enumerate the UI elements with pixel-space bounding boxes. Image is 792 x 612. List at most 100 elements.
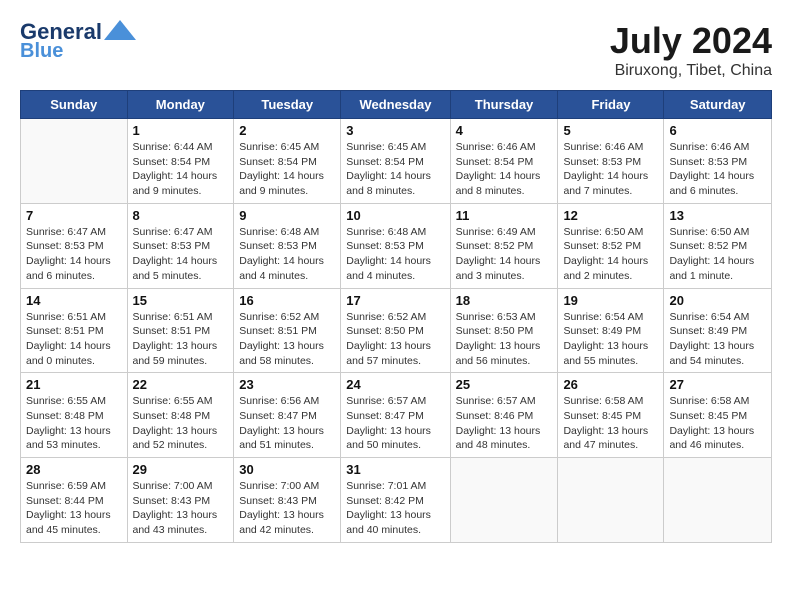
day-number: 4 (456, 123, 553, 138)
day-number: 18 (456, 293, 553, 308)
day-info: Sunrise: 6:45 AMSunset: 8:54 PMDaylight:… (239, 140, 335, 199)
calendar-cell: 2 Sunrise: 6:45 AMSunset: 8:54 PMDaylight… (234, 119, 341, 204)
day-info: Sunrise: 6:45 AMSunset: 8:54 PMDaylight:… (346, 140, 444, 199)
day-of-week-header: Tuesday (234, 91, 341, 119)
day-number: 15 (133, 293, 229, 308)
day-number: 21 (26, 377, 122, 392)
calendar-cell: 7Sunrise: 6:47 AMSunset: 8:53 PMDaylight… (21, 203, 128, 288)
day-number: 3 (346, 123, 444, 138)
day-info: Sunrise: 6:48 AMSunset: 8:53 PMDaylight:… (239, 225, 335, 284)
calendar-cell: 16 Sunrise: 6:52 AMSunset: 8:51 PMDayligh… (234, 288, 341, 373)
day-info: Sunrise: 7:00 AMSunset: 8:43 PMDaylight:… (133, 479, 229, 538)
calendar-cell (450, 458, 558, 543)
calendar-cell: 10 Sunrise: 6:48 AMSunset: 8:53 PMDayligh… (341, 203, 450, 288)
day-number: 9 (239, 208, 335, 223)
day-number: 5 (563, 123, 658, 138)
calendar-cell: 3 Sunrise: 6:45 AMSunset: 8:54 PMDaylight… (341, 119, 450, 204)
calendar-week-row: 28 Sunrise: 6:59 AMSunset: 8:44 PMDayligh… (21, 458, 772, 543)
day-number: 2 (239, 123, 335, 138)
title-section: July 2024 Biruxong, Tibet, China (610, 20, 772, 80)
day-number: 19 (563, 293, 658, 308)
calendar-cell: 17Sunrise: 6:52 AMSunset: 8:50 PMDayligh… (341, 288, 450, 373)
day-number: 20 (669, 293, 766, 308)
day-info: Sunrise: 6:46 AMSunset: 8:54 PMDaylight:… (456, 140, 553, 199)
day-info: Sunrise: 6:59 AMSunset: 8:44 PMDaylight:… (26, 479, 122, 538)
calendar-cell: 26 Sunrise: 6:58 AMSunset: 8:45 PMDayligh… (558, 373, 664, 458)
calendar-cell: 21 Sunrise: 6:55 AMSunset: 8:48 PMDayligh… (21, 373, 128, 458)
calendar-cell: 31 Sunrise: 7:01 AMSunset: 8:42 PMDayligh… (341, 458, 450, 543)
day-number: 14 (26, 293, 122, 308)
calendar-cell: 11 Sunrise: 6:49 AMSunset: 8:52 PMDayligh… (450, 203, 558, 288)
day-info: Sunrise: 6:54 AMSunset: 8:49 PMDaylight:… (669, 310, 766, 369)
day-number: 30 (239, 462, 335, 477)
day-info: Sunrise: 7:01 AMSunset: 8:42 PMDaylight:… (346, 479, 444, 538)
day-info: Sunrise: 6:57 AMSunset: 8:46 PMDaylight:… (456, 394, 553, 453)
day-info: Sunrise: 6:44 AMSunset: 8:54 PMDaylight:… (133, 140, 229, 199)
day-number: 23 (239, 377, 335, 392)
calendar-header-row: SundayMondayTuesdayWednesdayThursdayFrid… (21, 91, 772, 119)
calendar-cell (664, 458, 772, 543)
day-number: 10 (346, 208, 444, 223)
day-number: 29 (133, 462, 229, 477)
day-info: Sunrise: 7:00 AMSunset: 8:43 PMDaylight:… (239, 479, 335, 538)
calendar-cell: 18 Sunrise: 6:53 AMSunset: 8:50 PMDayligh… (450, 288, 558, 373)
calendar-cell: 14Sunrise: 6:51 AMSunset: 8:51 PMDayligh… (21, 288, 128, 373)
day-number: 11 (456, 208, 553, 223)
day-number: 8 (133, 208, 229, 223)
calendar-cell: 24 Sunrise: 6:57 AMSunset: 8:47 PMDayligh… (341, 373, 450, 458)
day-info: Sunrise: 6:53 AMSunset: 8:50 PMDaylight:… (456, 310, 553, 369)
day-number: 6 (669, 123, 766, 138)
calendar-cell (21, 119, 128, 204)
day-number: 27 (669, 377, 766, 392)
day-number: 16 (239, 293, 335, 308)
day-of-week-header: Thursday (450, 91, 558, 119)
calendar-cell: 19Sunrise: 6:54 AMSunset: 8:49 PMDayligh… (558, 288, 664, 373)
month-year: July 2024 (610, 20, 772, 62)
calendar-cell: 8 Sunrise: 6:47 AMSunset: 8:53 PMDaylight… (127, 203, 234, 288)
calendar-week-row: 21 Sunrise: 6:55 AMSunset: 8:48 PMDayligh… (21, 373, 772, 458)
calendar-cell: 20 Sunrise: 6:54 AMSunset: 8:49 PMDayligh… (664, 288, 772, 373)
calendar-cell: 22Sunrise: 6:55 AMSunset: 8:48 PMDayligh… (127, 373, 234, 458)
calendar-week-row: 7Sunrise: 6:47 AMSunset: 8:53 PMDaylight… (21, 203, 772, 288)
calendar-table: SundayMondayTuesdayWednesdayThursdayFrid… (20, 90, 772, 543)
calendar-cell: 23Sunrise: 6:56 AMSunset: 8:47 PMDayligh… (234, 373, 341, 458)
day-info: Sunrise: 6:46 AMSunset: 8:53 PMDaylight:… (563, 140, 658, 199)
day-number: 28 (26, 462, 122, 477)
day-number: 25 (456, 377, 553, 392)
day-number: 1 (133, 123, 229, 138)
location: Biruxong, Tibet, China (610, 62, 772, 80)
calendar-cell: 25 Sunrise: 6:57 AMSunset: 8:46 PMDayligh… (450, 373, 558, 458)
day-info: Sunrise: 6:58 AMSunset: 8:45 PMDaylight:… (563, 394, 658, 453)
day-info: Sunrise: 6:52 AMSunset: 8:50 PMDaylight:… (346, 310, 444, 369)
day-info: Sunrise: 6:50 AMSunset: 8:52 PMDaylight:… (563, 225, 658, 284)
logo-blue-text: Blue (20, 40, 63, 62)
logo-icon (104, 20, 136, 40)
day-info: Sunrise: 6:51 AMSunset: 8:51 PMDaylight:… (133, 310, 229, 369)
day-info: Sunrise: 6:52 AMSunset: 8:51 PMDaylight:… (239, 310, 335, 369)
logo: General Blue (20, 20, 136, 62)
calendar-cell (558, 458, 664, 543)
calendar-cell: 28 Sunrise: 6:59 AMSunset: 8:44 PMDayligh… (21, 458, 128, 543)
calendar-cell: 9 Sunrise: 6:48 AMSunset: 8:53 PMDaylight… (234, 203, 341, 288)
calendar-cell: 27 Sunrise: 6:58 AMSunset: 8:45 PMDayligh… (664, 373, 772, 458)
calendar-cell: 12 Sunrise: 6:50 AMSunset: 8:52 PMDayligh… (558, 203, 664, 288)
day-info: Sunrise: 6:57 AMSunset: 8:47 PMDaylight:… (346, 394, 444, 453)
day-info: Sunrise: 6:49 AMSunset: 8:52 PMDaylight:… (456, 225, 553, 284)
calendar-week-row: 14 Sunrise: 6:51 AMSunset: 8:51 PMDayligh… (21, 288, 772, 373)
day-number: 22 (133, 377, 229, 392)
day-info: Sunrise: 6:55 AMSunset: 8:48 PMDaylight:… (26, 394, 122, 453)
day-number: 13 (669, 208, 766, 223)
calendar-cell: 15 Sunrise: 6:51 AMSunset: 8:51 PMDayligh… (127, 288, 234, 373)
day-info: Sunrise: 6:50 AMSunset: 8:52 PMDaylight:… (669, 225, 766, 284)
day-info: Sunrise: 6:47 AMSunset: 8:53 PMDaylight:… (133, 225, 229, 284)
day-number: 31 (346, 462, 444, 477)
day-number: 24 (346, 377, 444, 392)
day-of-week-header: Wednesday (341, 91, 450, 119)
calendar-cell: 29 Sunrise: 7:00 AMSunset: 8:43 PMDayligh… (127, 458, 234, 543)
day-number: 26 (563, 377, 658, 392)
day-number: 12 (563, 208, 658, 223)
day-info: Sunrise: 6:58 AMSunset: 8:45 PMDaylight:… (669, 394, 766, 453)
day-info: Sunrise: 6:48 AMSunset: 8:53 PMDaylight:… (346, 225, 444, 284)
day-of-week-header: Sunday (21, 91, 128, 119)
day-of-week-header: Friday (558, 91, 664, 119)
